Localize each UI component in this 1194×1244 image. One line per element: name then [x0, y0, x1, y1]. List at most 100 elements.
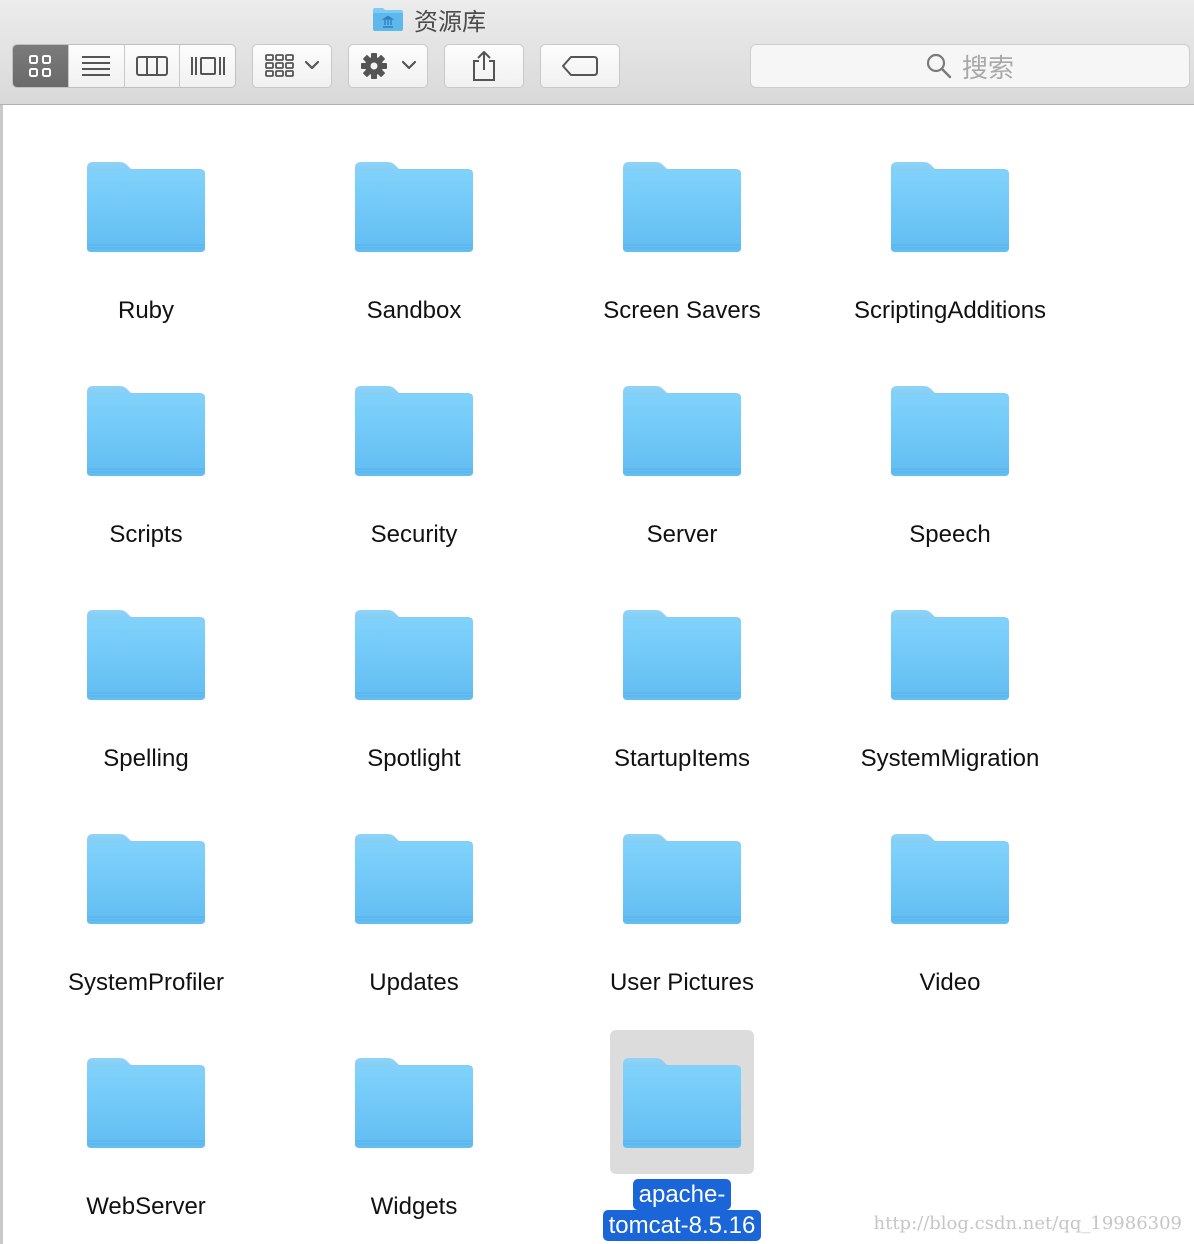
folder-icon-container[interactable]	[342, 358, 486, 502]
view-mode-segmented-control	[12, 44, 236, 88]
share-button[interactable]	[444, 44, 524, 88]
folder-icon-container[interactable]	[610, 582, 754, 726]
folder-label: Ruby	[117, 297, 175, 324]
folder-item[interactable]: Spotlight	[280, 582, 548, 774]
folder-label: Security	[370, 521, 458, 548]
folder-item[interactable]: StartupItems	[548, 582, 816, 774]
folder-item[interactable]: WebServer	[12, 1030, 280, 1222]
folder-icon	[623, 162, 741, 252]
cover-flow-button[interactable]	[180, 45, 235, 87]
icon-view-grid-icon	[29, 55, 52, 77]
folder-item[interactable]: ScriptingAdditions	[816, 134, 1084, 326]
folder-icon-container[interactable]	[878, 806, 1022, 950]
folder-label: ScriptingAdditions	[853, 297, 1047, 324]
column-view-button[interactable]	[125, 45, 181, 87]
finder-toolbar: 资源库 搜索	[0, 0, 1194, 105]
folder-icon	[891, 834, 1009, 924]
folder-icon	[891, 386, 1009, 476]
folder-item[interactable]: Speech	[816, 358, 1084, 550]
folder-icon	[623, 1058, 741, 1148]
folder-icon-container[interactable]	[74, 806, 218, 950]
folder-label: Spelling	[103, 745, 189, 772]
folder-item[interactable]: User Pictures	[548, 806, 816, 998]
folder-label-line: apache-	[632, 1179, 732, 1210]
folder-item[interactable]: Widgets	[280, 1030, 548, 1222]
folder-icon	[355, 1058, 473, 1148]
window-title: 资源库	[372, 4, 486, 36]
folder-label: Updates	[369, 969, 459, 996]
icon-view-button[interactable]	[13, 45, 69, 87]
folder-label: User Pictures	[609, 969, 755, 996]
watermark: http://blog.csdn.net/qq_19986309	[873, 1213, 1183, 1234]
folder-icon	[87, 610, 205, 700]
folder-item[interactable]: Video	[816, 806, 1084, 998]
folder-label: Spotlight	[367, 745, 461, 772]
folder-item[interactable]: Scripts	[12, 358, 280, 550]
folder-icon-container[interactable]	[74, 1030, 218, 1174]
folder-item[interactable]: Security	[280, 358, 548, 550]
folder-label: Sandbox	[366, 297, 462, 324]
folder-icon-container[interactable]	[878, 358, 1022, 502]
tag-icon	[562, 56, 598, 76]
share-icon	[473, 51, 495, 81]
arrange-button[interactable]	[252, 44, 332, 88]
folder-item[interactable]: Updates	[280, 806, 548, 998]
folder-icon-container[interactable]	[74, 358, 218, 502]
folder-icon-container[interactable]	[878, 134, 1022, 278]
folder-icon-container[interactable]	[610, 1030, 754, 1174]
search-field[interactable]: 搜索	[750, 44, 1190, 88]
folder-icon	[87, 162, 205, 252]
search-icon	[926, 53, 952, 79]
folder-item[interactable]: Spelling	[12, 582, 280, 774]
folder-icon	[87, 386, 205, 476]
folder-icon-container[interactable]	[342, 582, 486, 726]
folder-label: Server	[646, 521, 718, 548]
chevron-down-icon	[304, 60, 320, 70]
folder-icon-container[interactable]	[342, 1030, 486, 1174]
list-view-button[interactable]	[69, 45, 125, 87]
folder-icon-container[interactable]	[610, 134, 754, 278]
folder-icon-container[interactable]	[342, 134, 486, 278]
folder-label: apache-tomcat-8.5.16	[602, 1179, 762, 1241]
folder-item[interactable]: SystemMigration	[816, 582, 1084, 774]
gear-icon	[361, 53, 417, 79]
folder-item[interactable]: Sandbox	[280, 134, 548, 326]
window-title-text: 资源库	[414, 7, 486, 36]
folder-icon	[623, 386, 741, 476]
folder-item[interactable]: Screen Savers	[548, 134, 816, 326]
folder-item[interactable]: Server	[548, 358, 816, 550]
tag-button[interactable]	[540, 44, 620, 88]
folder-label: SystemMigration	[860, 745, 1040, 772]
column-view-icon	[135, 56, 168, 76]
folder-label: Scripts	[109, 521, 183, 548]
folder-icon	[355, 834, 473, 924]
folder-item[interactable]: Ruby	[12, 134, 280, 326]
folder-icon	[891, 162, 1009, 252]
folder-icon	[355, 386, 473, 476]
folder-icon	[355, 610, 473, 700]
folder-icon	[623, 834, 741, 924]
folder-icon-container[interactable]	[610, 358, 754, 502]
folder-label: WebServer	[86, 1193, 206, 1220]
folder-icon	[355, 162, 473, 252]
cover-flow-icon	[190, 57, 225, 75]
folder-icon	[623, 610, 741, 700]
folder-icon-container[interactable]	[74, 134, 218, 278]
folder-label: StartupItems	[613, 745, 751, 772]
folder-icon-container[interactable]	[74, 582, 218, 726]
search-placeholder: 搜索	[961, 53, 1014, 84]
folder-label: Widgets	[370, 1193, 458, 1220]
folder-icon	[891, 610, 1009, 700]
folder-icon-container[interactable]	[610, 806, 754, 950]
action-button[interactable]	[348, 44, 428, 88]
folder-icon	[87, 1058, 205, 1148]
folder-item[interactable]: apache-tomcat-8.5.16	[548, 1030, 816, 1241]
folder-label-line: tomcat-8.5.16	[602, 1210, 762, 1241]
folder-item[interactable]: SystemProfiler	[12, 806, 280, 998]
folder-icon-container[interactable]	[878, 582, 1022, 726]
folder-label: Speech	[909, 521, 991, 548]
list-view-icon	[82, 56, 111, 76]
library-folder-icon	[373, 8, 403, 31]
folder-icon	[87, 834, 205, 924]
folder-icon-container[interactable]	[342, 806, 486, 950]
